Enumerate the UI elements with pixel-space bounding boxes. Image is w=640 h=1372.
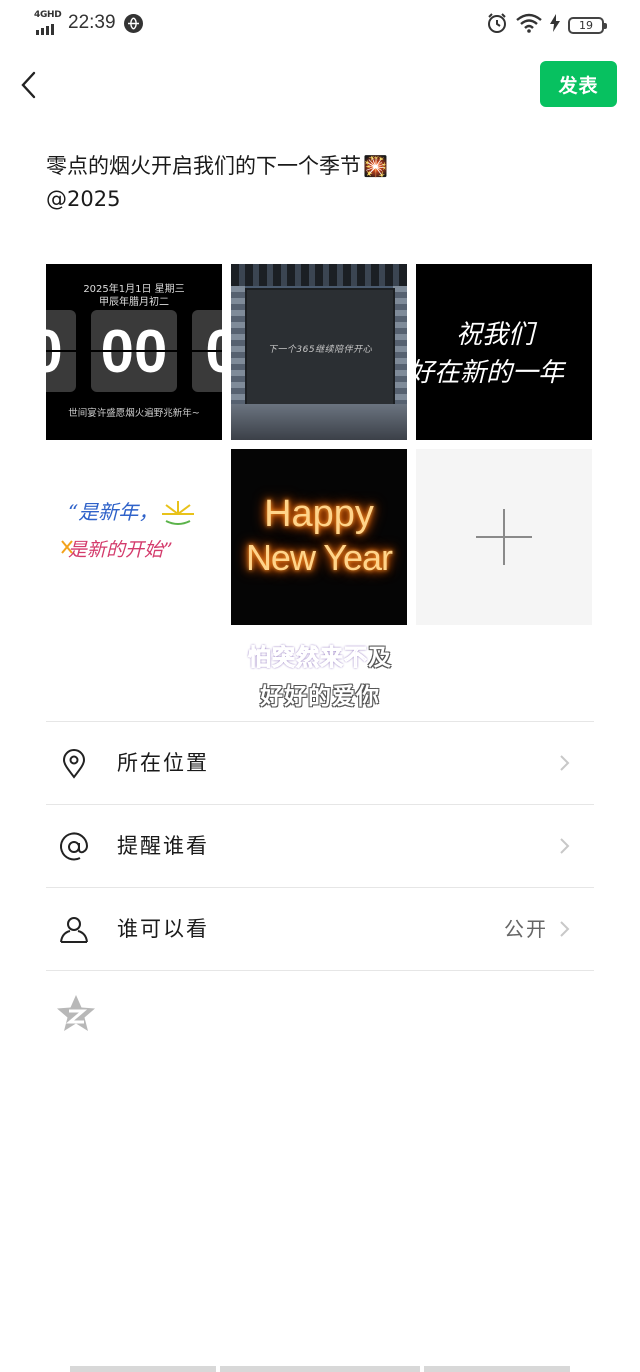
chevron-right-icon [556,837,572,855]
nav-hint-bar [70,1366,216,1372]
nav-hint-bar [424,1366,570,1372]
fireworks-emoji: 🎇 [363,154,388,178]
caption-text: 零点的烟火开启我们的下一个季节 [46,154,361,178]
status-bar: 4GHD 22:39 19 [0,0,640,48]
stage-truss [231,264,407,286]
cellular-signal-icon: 4GHD [34,10,64,36]
globe-icon [123,13,143,33]
option-visibility[interactable]: 谁可以看 公开 [46,888,594,970]
photo-thumbnail[interactable]: 下一个365继续陪伴开心 [231,264,407,440]
chevron-left-icon [21,71,36,99]
lyric-highlight: 怕突然来不 [248,645,368,672]
handwriting-line: “是新年， [68,500,159,524]
photo-thumbnail[interactable]: Happy New Year [231,449,407,625]
battery-level: 19 [579,18,593,32]
caption-mention: @2025 [46,187,121,211]
qzone-share-icon[interactable] [55,993,97,1035]
alarm-icon [486,12,508,38]
handwriting-line: 好在新的一年 [416,358,565,388]
battery-icon: 19 [568,16,607,34]
chevron-right-icon [556,920,572,938]
publish-button[interactable]: 发表 [540,61,617,107]
photo-lunar-line: 甲辰年腊月初二 [99,297,169,308]
stage-speaker-right [393,286,407,404]
option-value: 公开 [504,917,548,941]
flip-digit: 0 [46,310,76,392]
screen-text: 下一个365继续陪伴开心 [267,345,373,355]
photo-thumbnail[interactable]: “是新年， 是新的开始” [46,449,222,625]
flip-digit: 0 [192,310,222,392]
sparkler-text: Happy [264,493,374,535]
plus-icon-stroke [503,509,505,565]
status-time: 22:39 [68,12,116,33]
sparkle-doodle-icon [162,501,194,525]
sparkler-text: New Year [245,537,393,578]
at-sign-icon [58,831,90,863]
option-label: 提醒谁看 [117,834,209,858]
photo-date-line: 2025年1月1日 星期三 [83,284,185,295]
chevron-right-icon [556,754,572,772]
person-icon [58,914,90,946]
charging-icon [550,14,560,36]
photo-footer-text: 世间宴许盛愿烟火遍野兆新年~ [68,408,200,419]
option-label: 所在位置 [117,751,209,775]
lyric-overlay-line: 好好的爱你 [260,684,380,710]
post-caption-input[interactable]: 零点的烟火开启我们的下一个季节 🎇 @2025 [46,150,388,216]
stage-speaker-left [231,286,245,404]
photo-thumbnail[interactable]: 祝我们 好在新的一年 [416,264,592,440]
handwriting-line: 祝我们 [456,320,535,350]
option-location[interactable]: 所在位置 [46,722,594,804]
location-pin-icon [58,748,90,780]
option-label: 谁可以看 [117,917,209,941]
stage-screen: 下一个365继续陪伴开心 [245,288,395,412]
sparkle-doodle-icon [61,540,73,554]
flip-digit: 00 [91,310,177,392]
option-remind[interactable]: 提醒谁看 [46,805,594,887]
wifi-icon [516,13,542,37]
back-button[interactable] [18,70,42,100]
network-type: 4GHD [34,10,62,20]
handwriting-line: 是新的开始” [68,539,173,561]
divider [46,970,594,971]
lyric-rest: 及 [368,645,392,671]
add-photo-button[interactable] [416,449,592,625]
crowd [231,404,407,440]
photo-thumbnail[interactable]: 2025年1月1日 星期三 甲辰年腊月初二 0 00 0 世间宴许盛愿烟火遍野兆… [46,264,222,440]
lyric-overlay-line: 怕突然来不及 [0,638,640,672]
nav-hint-bar [220,1366,420,1372]
